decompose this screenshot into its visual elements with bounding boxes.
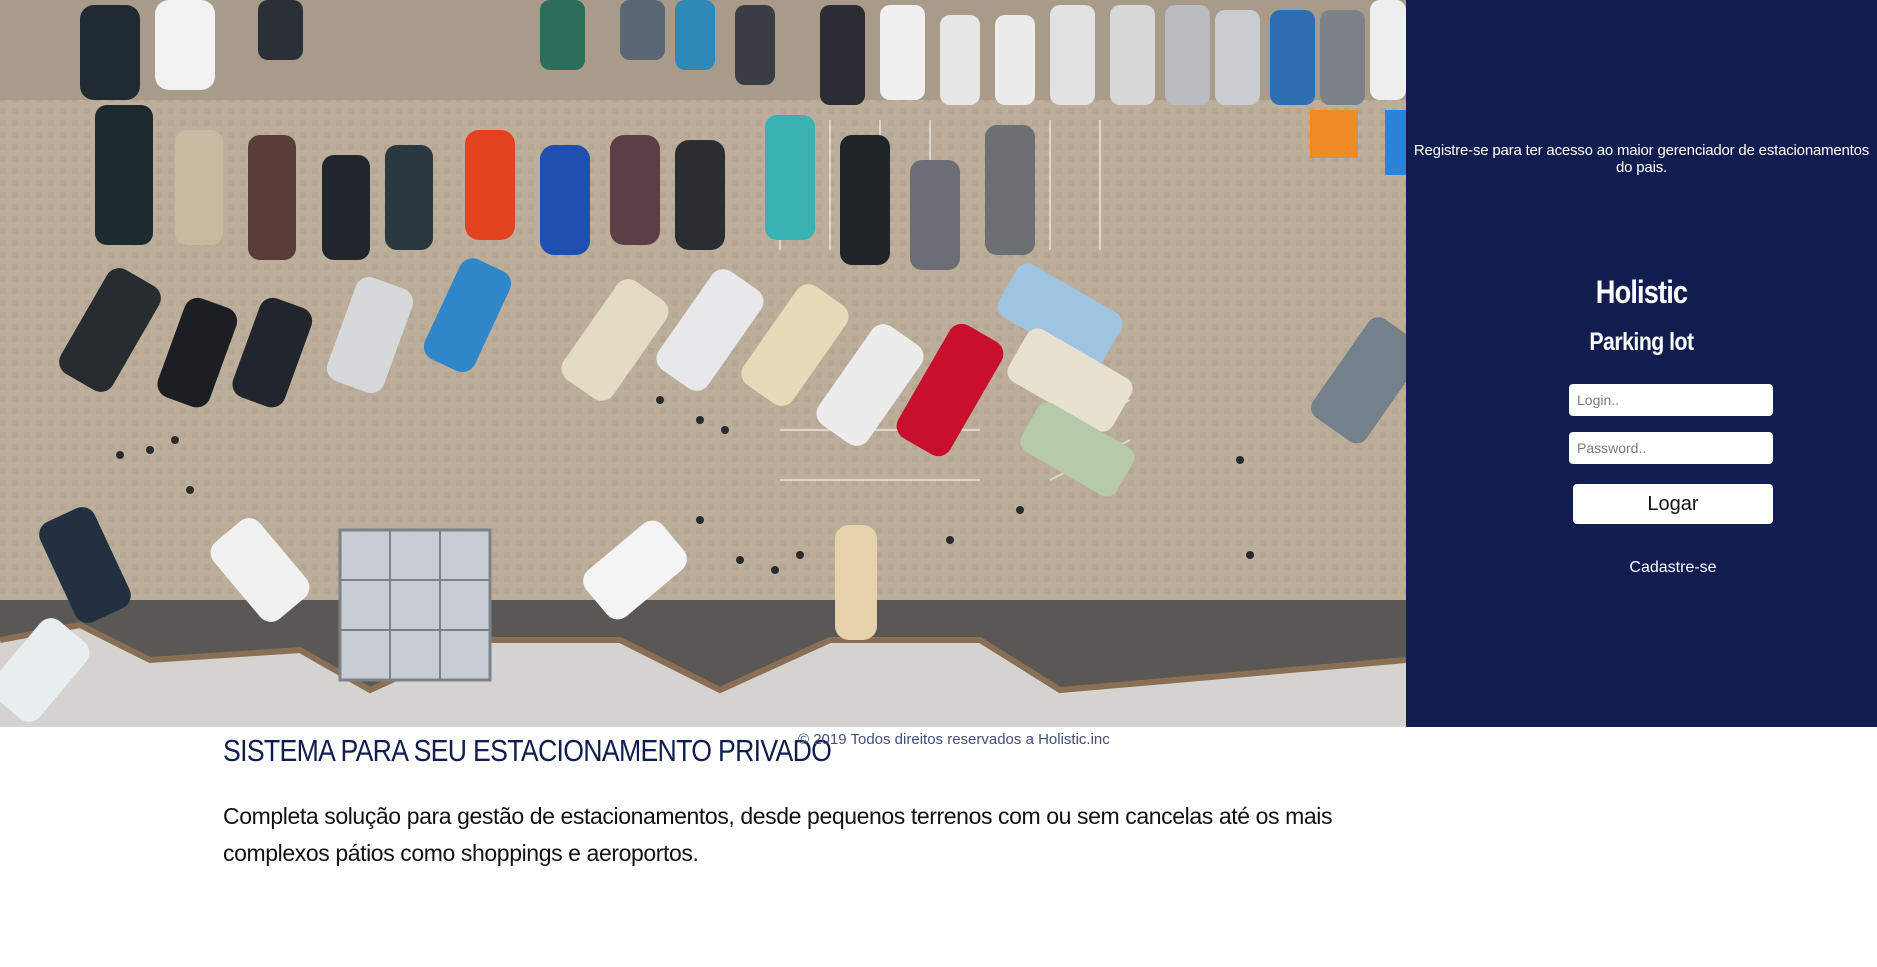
page-headline: SISTEMA PARA SEU ESTACIONAMENTO PRIVADO: [223, 733, 832, 768]
login-input[interactable]: [1569, 384, 1773, 416]
login-button[interactable]: Logar: [1573, 484, 1773, 524]
brand-title: Holistic: [1595, 274, 1688, 310]
copyright-text: © 2019 Todos direitos reservados a Holis…: [798, 731, 1110, 748]
hero-parking-photo: [0, 0, 1406, 727]
brand-subtitle: Parking lot: [1589, 328, 1694, 356]
login-panel: Registre-se para ter acesso ao maior ger…: [1406, 0, 1877, 727]
register-link[interactable]: Cadastre-se: [1573, 559, 1773, 577]
parking-lot-illustration: [0, 0, 1406, 727]
page-description: Completa solução para gestão de estacion…: [223, 803, 1333, 866]
register-tagline: Registre-se para ter acesso ao maior ger…: [1413, 142, 1870, 176]
password-input[interactable]: [1569, 432, 1773, 464]
